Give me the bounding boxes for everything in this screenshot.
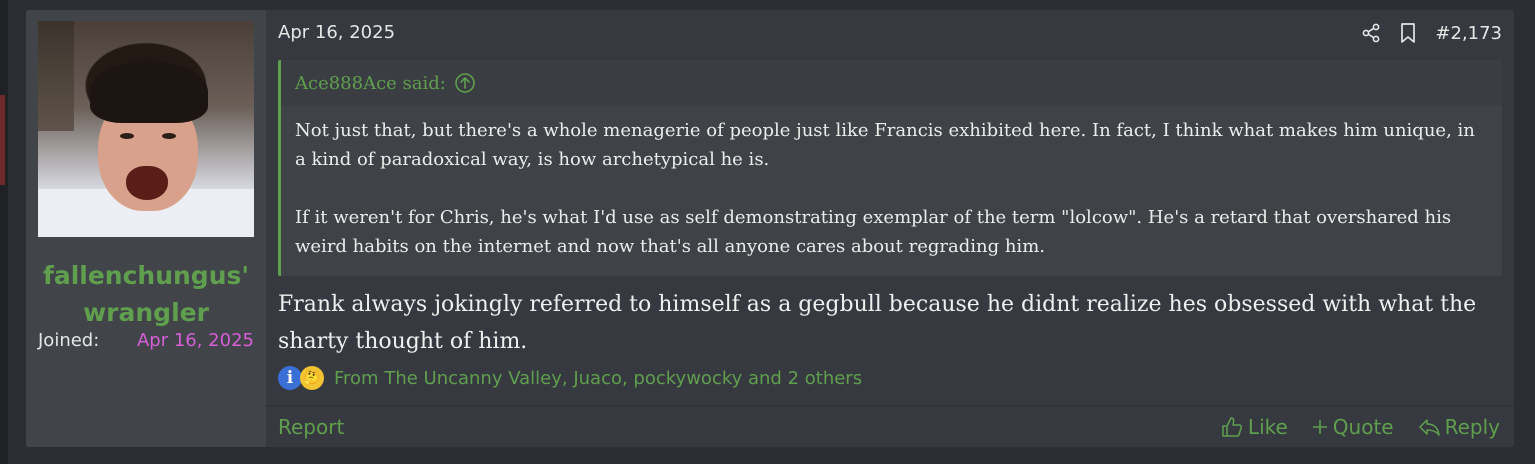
bookmark-icon [1401,23,1416,43]
bookmark-button[interactable] [1399,22,1417,44]
like-label: Like [1247,414,1288,439]
quote-block: Ace888Ace said: Not just that, but there… [278,60,1502,276]
username-line-2: wrangler [83,298,209,327]
quote-button[interactable]: Quote [1312,415,1394,439]
post-number-link[interactable]: #2,173 [1435,23,1502,44]
avatar-eye-right [162,133,176,139]
post-content: Apr 16, 2025 #2,173 Ace888Ace said: Not … [266,10,1514,447]
username-line-1: fallenchungus' [42,261,250,290]
informative-icon: i [278,366,302,390]
share-icon [1362,23,1380,43]
thinking-icon: 🤔 [300,366,324,390]
joined-row: Joined: Apr 16, 2025 [38,330,254,351]
footer-actions: Like Quote Reply [1221,415,1500,439]
post-user-panel: fallenchungus' wrangler Joined: Apr 16, … [26,10,266,447]
quote-paragraph-2: If it weren't for Chris, he's what I'd u… [295,207,1452,257]
post-footer: Report Like Quote Reply [266,405,1514,447]
avatar-mouth [126,166,168,200]
username-link[interactable]: fallenchungus' wrangler [26,257,266,331]
avatar-background-art [38,21,74,131]
arrow-up-circle-icon [455,73,475,93]
page-edge-accent [0,95,5,185]
forum-post: fallenchungus' wrangler Joined: Apr 16, … [26,10,1514,447]
post-date[interactable]: Apr 16, 2025 [278,22,395,43]
quote-paragraph-1: Not just that, but there's a whole menag… [295,120,1475,170]
thumbs-up-icon [1222,416,1242,437]
user-avatar[interactable] [38,21,254,237]
avatar-eye-left [120,133,134,139]
reactions-list-link[interactable]: From The Uncanny Valley, Juaco, pockywoc… [334,368,862,389]
quote-body: Not just that, but there's a whole menag… [281,106,1502,261]
quote-header[interactable]: Ace888Ace said: [281,60,1502,106]
reply-label: Reply [1444,414,1500,439]
reply-icon [1418,418,1440,436]
post-message: Frank always jokingly referred to himsel… [278,292,1477,354]
plus-icon [1312,419,1327,434]
quote-author: Ace888Ace said: [295,72,446,94]
reactions-bar: i 🤔 From The Uncanny Valley, Juaco, pock… [278,366,862,390]
joined-date: Apr 16, 2025 [136,330,254,351]
page-left-edge [0,0,8,464]
joined-label: Joined: [38,330,100,351]
share-button[interactable] [1361,23,1381,43]
post-top-actions: #2,173 [1361,22,1502,44]
quote-label: Quote [1332,414,1394,439]
reply-button[interactable]: Reply [1418,415,1500,439]
report-button[interactable]: Report [278,415,344,439]
like-button[interactable]: Like [1221,415,1288,439]
avatar-hair [90,61,208,123]
